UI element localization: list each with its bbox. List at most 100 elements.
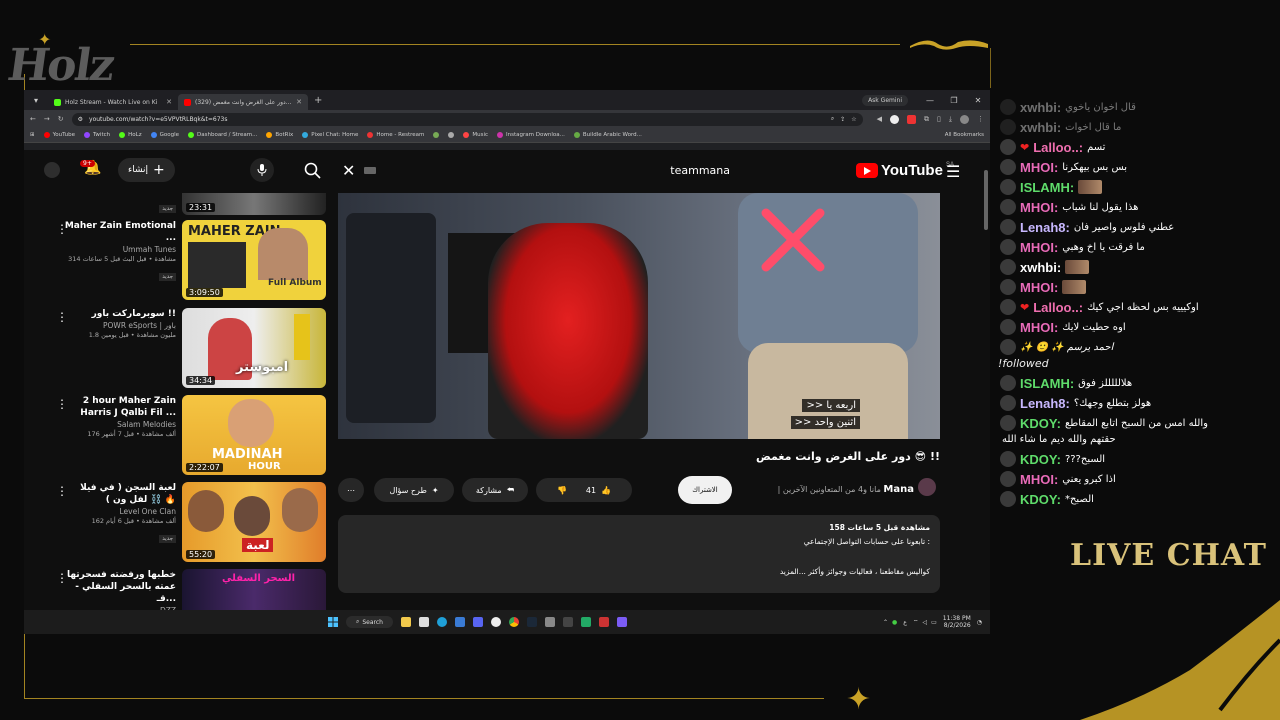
- video-title[interactable]: خطبها ورفضته فسحرتها عمته بالسحر السفلي …: [64, 569, 176, 605]
- video-thumbnail[interactable]: السحر السفلي: [182, 569, 326, 610]
- app-icon[interactable]: [581, 617, 591, 627]
- chat-username[interactable]: MHOI:: [1020, 240, 1058, 255]
- app-icon[interactable]: [545, 617, 555, 627]
- bookmark-instagram[interactable]: Instagram Downloa...: [497, 132, 565, 138]
- tray-chevron-icon[interactable]: ⌃: [883, 619, 888, 626]
- tab-search-icon[interactable]: ▾: [24, 96, 48, 105]
- sidebar-video-2[interactable]: امبوستر 34:34 سوبرماركت باور !! POWR eSp…: [56, 308, 326, 388]
- keyboard-icon[interactable]: [364, 167, 376, 174]
- file-explorer-icon[interactable]: [401, 617, 411, 627]
- minimize-button[interactable]: —: [918, 96, 942, 105]
- new-tab-button[interactable]: +: [314, 95, 322, 106]
- all-bookmarks-button[interactable]: All Bookmarks: [945, 132, 984, 138]
- video-title[interactable]: سوبرماركت باور !!: [64, 308, 176, 320]
- windows-icon[interactable]: [455, 617, 465, 627]
- download-icon[interactable]: ⤓: [949, 115, 952, 124]
- more-options-icon[interactable]: ⋮: [56, 397, 68, 411]
- chat-username[interactable]: xwhbi:: [1020, 100, 1061, 115]
- bookmark-star-icon[interactable]: ☆: [851, 116, 856, 123]
- channel-avatar[interactable]: [918, 478, 936, 496]
- chat-username[interactable]: ISLAMH:: [1020, 376, 1074, 391]
- video-thumbnail[interactable]: MADINAH HOUR 2:22:07: [182, 395, 326, 475]
- back-icon[interactable]: ←: [30, 115, 36, 123]
- chrome-icon[interactable]: [509, 617, 519, 627]
- bookmark-botrix[interactable]: BotRix: [266, 132, 293, 138]
- video-thumbnail[interactable]: 23:31: [182, 193, 326, 215]
- app-icon[interactable]: [617, 617, 627, 627]
- notification-center-icon[interactable]: ◔: [977, 619, 982, 626]
- bookmark-icon-only[interactable]: [433, 132, 440, 138]
- zoom-icon[interactable]: ⌕: [831, 115, 834, 123]
- app-icon[interactable]: [599, 617, 609, 627]
- create-button[interactable]: إنشاء +: [118, 158, 175, 182]
- share-button[interactable]: مشاركة ⮪: [462, 478, 528, 502]
- extensions-icon[interactable]: ⧉: [924, 115, 929, 124]
- chat-username[interactable]: MHOI:: [1020, 160, 1058, 175]
- mic-tray-icon[interactable]: ●: [892, 619, 897, 626]
- sidebar-video-0[interactable]: 23:31 جديد: [64, 193, 326, 215]
- hamburger-menu-icon[interactable]: ☰: [946, 162, 960, 181]
- more-actions-button[interactable]: ⋯: [338, 478, 364, 502]
- maximize-button[interactable]: ❐: [942, 96, 966, 105]
- extension-icon[interactable]: [890, 114, 900, 124]
- video-description[interactable]: 158 مشاهدة قبل 5 ساعات تابعونا على حسابا…: [338, 515, 940, 593]
- extension-mute-icon[interactable]: ◀: [877, 115, 882, 123]
- dislike-icon[interactable]: 👎: [557, 486, 567, 495]
- apps-icon[interactable]: ⊞: [30, 132, 35, 138]
- clock[interactable]: 11:38 PM 8/2/2026: [943, 615, 971, 629]
- discord-icon[interactable]: [473, 617, 483, 627]
- edge-icon[interactable]: [437, 617, 447, 627]
- side-panel-icon[interactable]: ▯: [937, 115, 941, 123]
- video-title[interactable]: Maher Zain Emotional ...: [64, 220, 176, 244]
- description-line-2[interactable]: كواليس مقاطعنا ، فعاليات وجوائز وأكثر ..…: [780, 567, 930, 576]
- bookmark-google[interactable]: Google: [150, 132, 179, 138]
- extension-icon[interactable]: [907, 114, 917, 124]
- chat-username[interactable]: Lalloo..:: [1033, 300, 1083, 315]
- sidebar-video-1[interactable]: MAHER ZAIN Full Album 3:09:50 Maher Zain…: [56, 220, 326, 300]
- like-icon[interactable]: 👍: [601, 486, 611, 495]
- video-title[interactable]: لعبة السجن ( في فيلا لفل ون ) ⛓️ 🔥: [64, 482, 176, 506]
- bookmark-buildle[interactable]: Buildle Arabic Word...: [573, 132, 642, 138]
- browser-menu-icon[interactable]: ⋮: [977, 115, 984, 123]
- taskbar-search[interactable]: ⌕ Search: [346, 616, 393, 628]
- bookmark-twitch[interactable]: Twitch: [83, 132, 110, 138]
- chat-username[interactable]: xwhbi:: [1020, 120, 1061, 135]
- bookmark-pixel-chat[interactable]: Pixel Chat: Home: [302, 132, 358, 138]
- chat-username[interactable]: Lalloo..:: [1033, 140, 1083, 155]
- network-icon[interactable]: ⌔: [913, 618, 919, 626]
- bookmark-icon-only[interactable]: [448, 132, 455, 138]
- volume-icon[interactable]: ◁: [922, 619, 927, 626]
- app-icon[interactable]: [563, 617, 573, 627]
- site-info-icon[interactable]: ⚙: [78, 116, 83, 123]
- more-options-icon[interactable]: ⋮: [56, 310, 68, 324]
- page-scrollbar[interactable]: [984, 170, 988, 230]
- close-tab-icon[interactable]: ✕: [296, 98, 302, 106]
- battery-icon[interactable]: ▭: [931, 619, 937, 626]
- chat-username[interactable]: KDOY:: [1020, 452, 1061, 467]
- channel-info[interactable]: | مانا و4 من المتعاونين الآخرين Mana: [738, 484, 914, 495]
- chat-username[interactable]: ISLAMH:: [1020, 180, 1074, 195]
- subscribe-button[interactable]: الاشتراك: [678, 476, 732, 504]
- obs-icon[interactable]: [491, 617, 501, 627]
- channel-name[interactable]: Level One Clan: [64, 507, 176, 516]
- profile-icon[interactable]: [960, 114, 969, 124]
- chat-username[interactable]: MHOI:: [1020, 320, 1058, 335]
- ask-gemini-button[interactable]: Ask Gemini: [862, 94, 908, 106]
- clear-search-icon[interactable]: ✕: [342, 161, 355, 180]
- search-icon[interactable]: [304, 162, 322, 180]
- channel-name[interactable]: Mana: [883, 484, 914, 495]
- video-thumbnail[interactable]: MAHER ZAIN Full Album 3:09:50: [182, 220, 326, 300]
- bookmark-youtube[interactable]: YouTube: [43, 132, 75, 138]
- video-thumbnail[interactable]: امبوستر 34:34: [182, 308, 326, 388]
- chat-username[interactable]: KDOY:: [1020, 492, 1061, 507]
- youtube-logo[interactable]: YouTube SA: [856, 162, 954, 179]
- store-icon[interactable]: [419, 617, 429, 627]
- chat-username[interactable]: Lenah8:: [1020, 396, 1070, 411]
- video-player[interactable]: >> اربعه يا >> اثنين واحد: [338, 193, 940, 439]
- channel-name[interactable]: Ummah Tunes: [64, 245, 176, 254]
- chat-username[interactable]: xwhbi:: [1020, 260, 1061, 275]
- share-page-icon[interactable]: ⇪: [840, 116, 845, 123]
- video-title[interactable]: 2 hour Maher Zain Harris J Qalbi Fil ...: [64, 395, 176, 419]
- windows-start-icon[interactable]: [328, 617, 338, 627]
- bookmark-music[interactable]: Music: [463, 132, 488, 138]
